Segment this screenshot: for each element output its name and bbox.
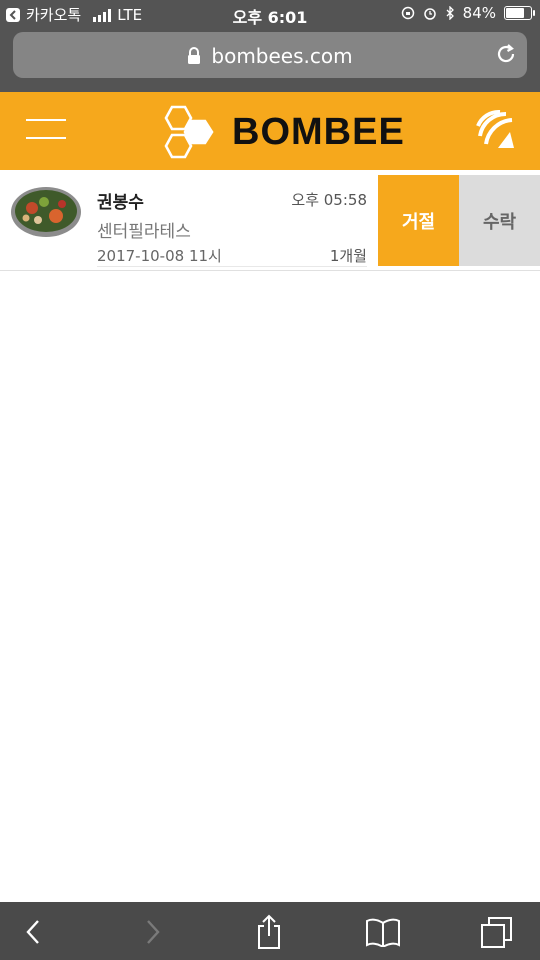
share-button[interactable]: [249, 912, 289, 952]
forward-arrow-icon: [147, 920, 160, 944]
forward-button[interactable]: [132, 912, 172, 952]
request-info: 권봉수 오후 05:58 센터필라테스 2017-10-08 11시 1개월: [97, 170, 367, 267]
status-bar: 카카오톡 LTE 오후 6:01 84%: [0, 0, 540, 28]
status-right: 84%: [401, 4, 535, 22]
reject-button[interactable]: 거절: [378, 175, 459, 266]
accept-button[interactable]: 수락: [459, 175, 540, 266]
honeycomb-logo-icon: [164, 105, 214, 159]
bookmarks-button[interactable]: [363, 912, 403, 952]
alarm-icon: [423, 8, 436, 20]
signal-waves-icon: [476, 109, 514, 148]
share-icon: [258, 914, 280, 949]
app-header: BOMBEE: [0, 92, 540, 170]
bluetooth-icon: [446, 6, 454, 20]
food-bowl-image: [11, 187, 81, 237]
reload-button[interactable]: [495, 43, 517, 69]
reload-icon: [497, 44, 515, 63]
address-bar[interactable]: bombees.com: [13, 32, 527, 78]
browser-toolbar: [0, 902, 540, 960]
logo-text: BOMBEE: [232, 110, 405, 153]
lock-icon: [188, 47, 201, 64]
membership-duration: 1개월: [329, 247, 367, 265]
url-text[interactable]: bombees.com: [211, 44, 352, 68]
orientation-lock-icon: [401, 6, 414, 20]
request-time: 오후 05:58: [291, 191, 367, 209]
back-arrow-icon: [26, 920, 39, 944]
browser-address-area: bombees.com: [0, 28, 540, 92]
bookmarks-icon: [366, 918, 400, 947]
menu-button[interactable]: [26, 117, 66, 143]
tabs-icon: [481, 917, 512, 948]
back-button[interactable]: [14, 912, 54, 952]
tabs-button[interactable]: [477, 912, 517, 952]
schedule-date: 2017-10-08 11시: [97, 247, 222, 265]
avatar: [10, 186, 82, 238]
notification-button[interactable]: [474, 108, 518, 152]
list-item[interactable]: 권봉수 오후 05:58 센터필라테스 2017-10-08 11시 1개월 거…: [0, 170, 540, 271]
requester-name: 권봉수: [97, 193, 144, 213]
battery-percent: 84%: [462, 4, 496, 22]
logo[interactable]: BOMBEE: [154, 102, 405, 162]
place-name: 센터필라테스: [97, 222, 191, 242]
battery-icon: [504, 6, 535, 20]
